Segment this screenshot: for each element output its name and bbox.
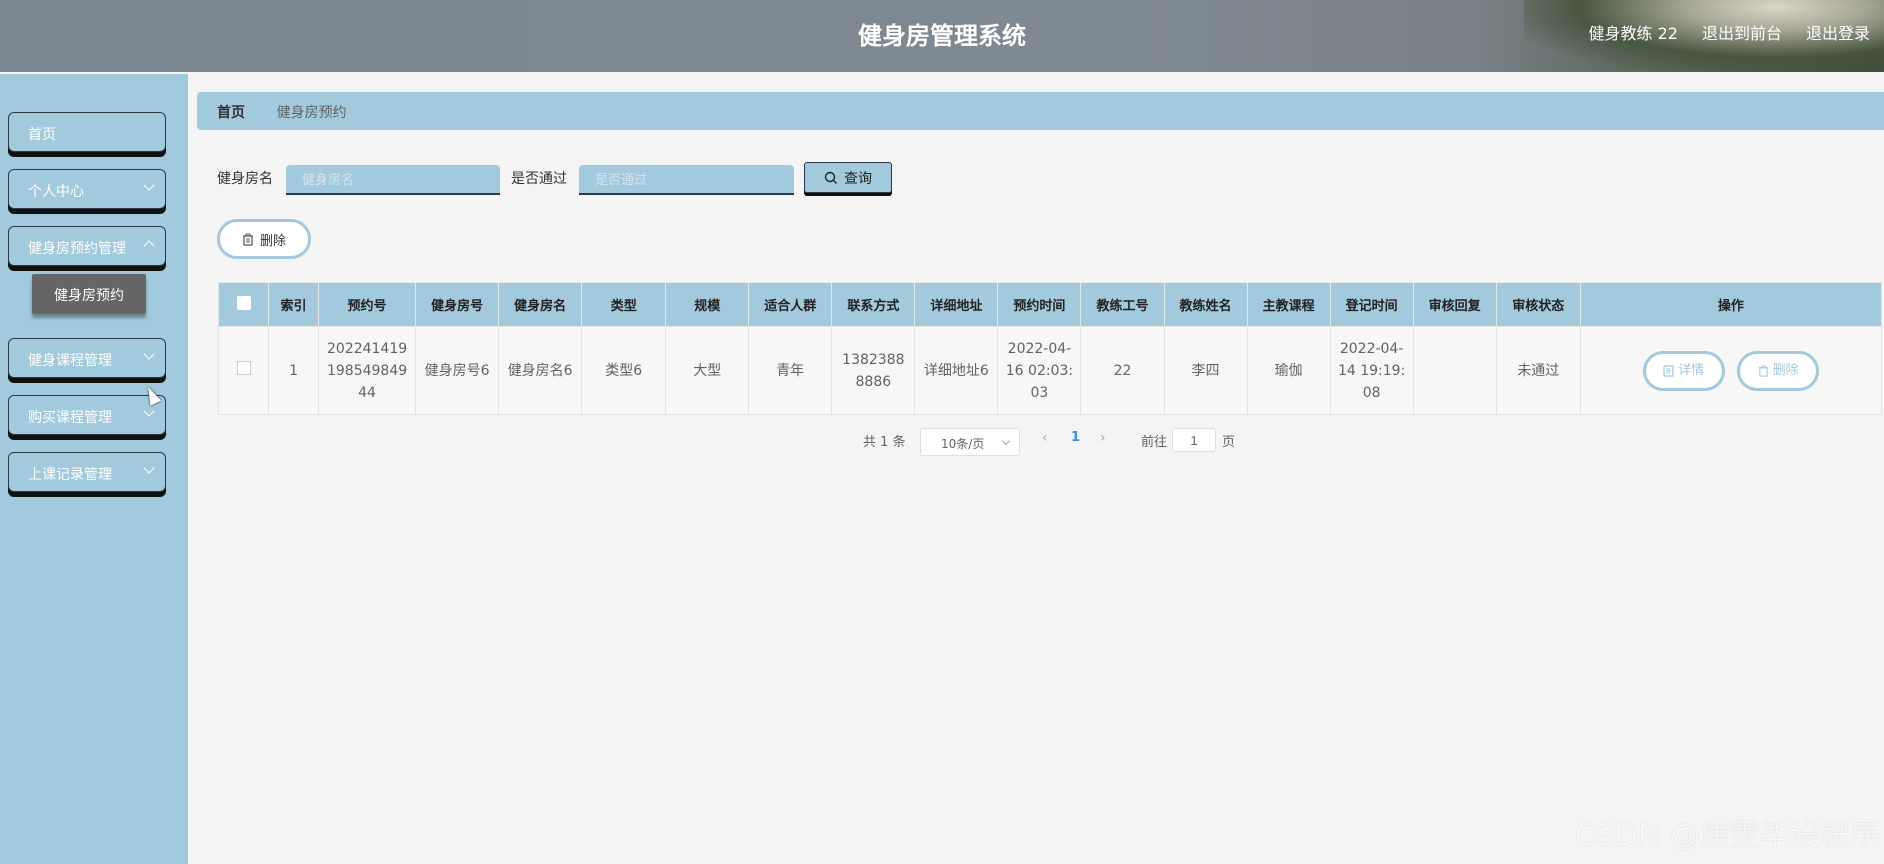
cell-actions: 详情 删除 (1579, 326, 1883, 415)
top-header: 健身房管理系统 健身教练 22 退出到前台 退出登录 (0, 0, 1884, 72)
chevron-down-icon (143, 462, 155, 474)
cell-booking-time: 2022-04-16 02:03:03 (997, 326, 1082, 415)
column-header: 规模 (665, 282, 750, 327)
column-header: 健身房名 (498, 282, 583, 327)
column-header: 登记时间 (1329, 282, 1414, 327)
column-header: 适合人群 (748, 282, 833, 327)
sidebar-item-label: 上课记录管理 (28, 467, 112, 483)
select-all-checkbox[interactable] (236, 295, 251, 310)
column-header: 教练工号 (1080, 282, 1165, 327)
cell-review-status: 未通过 (1495, 326, 1581, 415)
sidebar-item-course-management[interactable]: 健身课程管理 (8, 338, 166, 378)
search-button-label: 查询 (844, 170, 872, 187)
search-button[interactable]: 查询 (804, 162, 892, 193)
current-page-number[interactable]: 1 (1071, 430, 1080, 445)
select-all-cell[interactable] (217, 282, 270, 327)
sidebar-item-purchase-management[interactable]: 购买课程管理 (8, 395, 166, 435)
cell-booking-no: 202241419198549849 44 (318, 326, 417, 415)
sidebar-item-personal-center[interactable]: 个人中心 (8, 169, 166, 209)
sidebar-item-label: 个人中心 (28, 184, 84, 200)
sidebar-item-label: 购买课程管理 (28, 410, 112, 426)
watermark: CSDN @唐雯毕设程序 (1574, 818, 1880, 853)
row-delete-button[interactable]: 删除 (1737, 350, 1820, 391)
cell-gym-name: 健身房名6 (498, 326, 583, 415)
search-icon (824, 171, 837, 184)
cell-course: 瑜伽 (1246, 326, 1331, 415)
chevron-down-icon (143, 348, 155, 360)
user-label: 健身教练 22 (1588, 24, 1678, 43)
goto-page-input[interactable] (1172, 428, 1216, 452)
cell-coach-name: 李四 (1163, 326, 1248, 415)
batch-delete-label: 删除 (259, 233, 286, 249)
back-to-front-link[interactable]: 退出到前台 (1702, 20, 1782, 44)
detail-button[interactable]: 详情 (1642, 350, 1725, 391)
breadcrumb-home[interactable]: 首页 (217, 105, 245, 121)
column-header: 操作 (1579, 282, 1883, 327)
cell-index: 1 (268, 326, 320, 415)
next-page-icon[interactable]: › (1100, 430, 1106, 446)
chevron-down-icon (143, 405, 155, 417)
row-select-cell[interactable] (217, 326, 270, 415)
document-icon (1663, 364, 1674, 377)
row-delete-label: 删除 (1772, 362, 1799, 378)
logout-link[interactable]: 退出登录 (1806, 20, 1870, 44)
column-header: 类型 (581, 282, 667, 327)
column-header: 教练姓名 (1163, 282, 1248, 327)
goto-label: 前往 (1141, 435, 1168, 450)
column-header: 审核状态 (1495, 282, 1581, 327)
pass-status-label: 是否通过 (511, 171, 567, 187)
cell-contact: 13823888886 (831, 326, 916, 415)
sidebar-item-label: 健身课程管理 (28, 353, 112, 369)
cell-audience: 青年 (748, 326, 833, 415)
cell-coach-id: 22 (1080, 326, 1165, 415)
trash-icon (242, 233, 253, 246)
pass-status-input[interactable] (579, 165, 794, 195)
sidebar-item-label: 首页 (28, 127, 56, 143)
column-header: 审核回复 (1412, 282, 1497, 327)
pagination-total: 共 1 条 (863, 435, 906, 450)
breadcrumb-separator: / (258, 105, 264, 121)
table-row: 1 202241419198549849 44 健身房号6 健身房名6 类型6 … (217, 326, 1883, 415)
breadcrumb: 首页 / 健身房预约 (197, 92, 1884, 130)
sidebar-item-class-record-management[interactable]: 上课记录管理 (8, 452, 166, 492)
breadcrumb-current: 健身房预约 (276, 105, 347, 121)
chevron-down-icon (1001, 436, 1011, 446)
column-header: 详细地址 (914, 282, 999, 327)
chevron-up-icon (143, 240, 155, 252)
sidebar-item-home[interactable]: 首页 (8, 112, 166, 152)
prev-page-icon[interactable]: ‹ (1042, 430, 1048, 446)
sidebar-item-gym-booking-management[interactable]: 健身房预约管理 (8, 226, 166, 266)
row-checkbox[interactable] (236, 360, 251, 375)
column-header: 健身房号 (415, 282, 500, 327)
gym-name-input[interactable] (286, 165, 500, 195)
page-size-value: 10条/页 (941, 437, 985, 451)
cell-type: 类型6 (581, 326, 667, 415)
user-area: 健身教练 22 退出到前台 退出登录 (1589, 20, 1870, 44)
column-header: 预约号 (318, 282, 417, 327)
column-header: 索引 (268, 282, 320, 327)
page-size-select[interactable]: 10条/页 (920, 428, 1020, 456)
cell-address: 详细地址6 (914, 326, 999, 415)
sidebar-subitem-gym-booking[interactable]: 健身房预约 (32, 274, 146, 314)
booking-table: 索引 预约号 健身房号 健身房名 类型 规模 适合人群 联系方式 详细地址 预约… (217, 282, 1883, 415)
cell-scale: 大型 (665, 326, 750, 415)
sidebar: 首页 个人中心 健身房预约管理 健身房预约 健身课程管理 购买课程管理 上课记录… (0, 74, 188, 864)
cell-gym-no: 健身房号6 (415, 326, 500, 415)
cell-register-time: 2022-04-14 19:19:08 (1329, 326, 1414, 415)
column-header: 主教课程 (1246, 282, 1331, 327)
column-header: 预约时间 (997, 282, 1082, 327)
gym-name-label: 健身房名 (217, 171, 273, 187)
batch-delete-button[interactable]: 删除 (217, 219, 311, 259)
detail-button-label: 详情 (1678, 362, 1705, 378)
trash-icon (1758, 365, 1768, 377)
page-suffix: 页 (1222, 435, 1236, 450)
sidebar-item-label: 健身房预约管理 (28, 241, 126, 257)
column-header: 联系方式 (831, 282, 916, 327)
chevron-down-icon (143, 179, 155, 191)
table-header-row: 索引 预约号 健身房号 健身房名 类型 规模 适合人群 联系方式 详细地址 预约… (217, 282, 1883, 327)
cell-review-reply (1412, 326, 1497, 415)
